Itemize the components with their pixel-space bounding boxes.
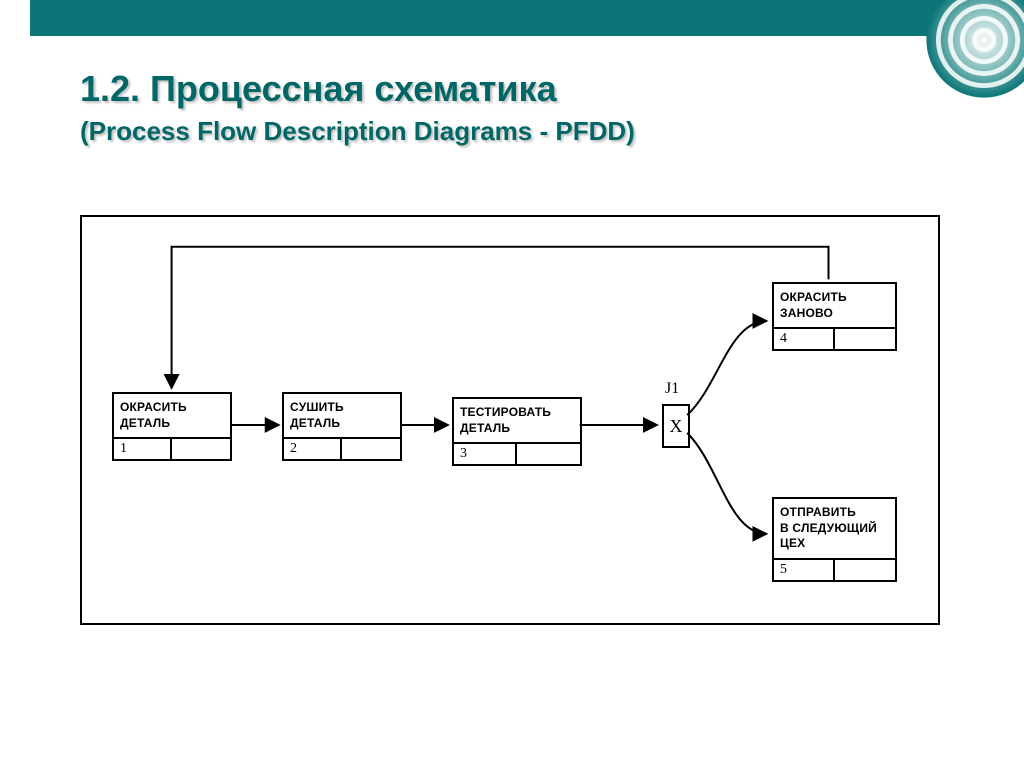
process-box-4: ОКРАСИТЬ ЗАНОВО 4: [772, 282, 897, 351]
process-box-4-num: 4: [774, 329, 835, 349]
process-box-4-label: ОКРАСИТЬ ЗАНОВО: [774, 284, 895, 327]
process-box-2-label: СУШИТЬ ДЕТАЛЬ: [284, 394, 400, 437]
slide: 1.2. Процессная схематика (Process Flow …: [0, 0, 1024, 768]
slide-subtitle: (Process Flow Description Diagrams - PFD…: [80, 116, 940, 147]
process-box-3-label: ТЕСТИРОВАТЬ ДЕТАЛЬ: [454, 399, 580, 442]
process-box-1-label: ОКРАСИТЬ ДЕТАЛЬ: [114, 394, 230, 437]
header-band: [30, 0, 994, 36]
process-box-2-num: 2: [284, 439, 342, 459]
pfdd-diagram: ОКРАСИТЬ ДЕТАЛЬ 1 СУШИТЬ ДЕТАЛЬ 2 ТЕСТИР…: [80, 215, 940, 625]
process-box-5-label: ОТПРАВИТЬ В СЛЕДУЮЩИЙ ЦЕХ: [774, 499, 895, 558]
process-box-3: ТЕСТИРОВАТЬ ДЕТАЛЬ 3: [452, 397, 582, 466]
process-box-1: ОКРАСИТЬ ДЕТАЛЬ 1: [112, 392, 232, 461]
junction-box: X: [662, 404, 690, 448]
process-box-5-num: 5: [774, 560, 835, 580]
junction-type: X: [670, 416, 683, 437]
junction-label: J1: [665, 380, 679, 398]
slide-title: 1.2. Процессная схематика: [80, 68, 940, 110]
process-box-2: СУШИТЬ ДЕТАЛЬ 2: [282, 392, 402, 461]
title-block: 1.2. Процессная схематика (Process Flow …: [80, 68, 940, 147]
process-box-1-num: 1: [114, 439, 172, 459]
process-box-3-num: 3: [454, 444, 517, 464]
process-box-5: ОТПРАВИТЬ В СЛЕДУЮЩИЙ ЦЕХ 5: [772, 497, 897, 582]
